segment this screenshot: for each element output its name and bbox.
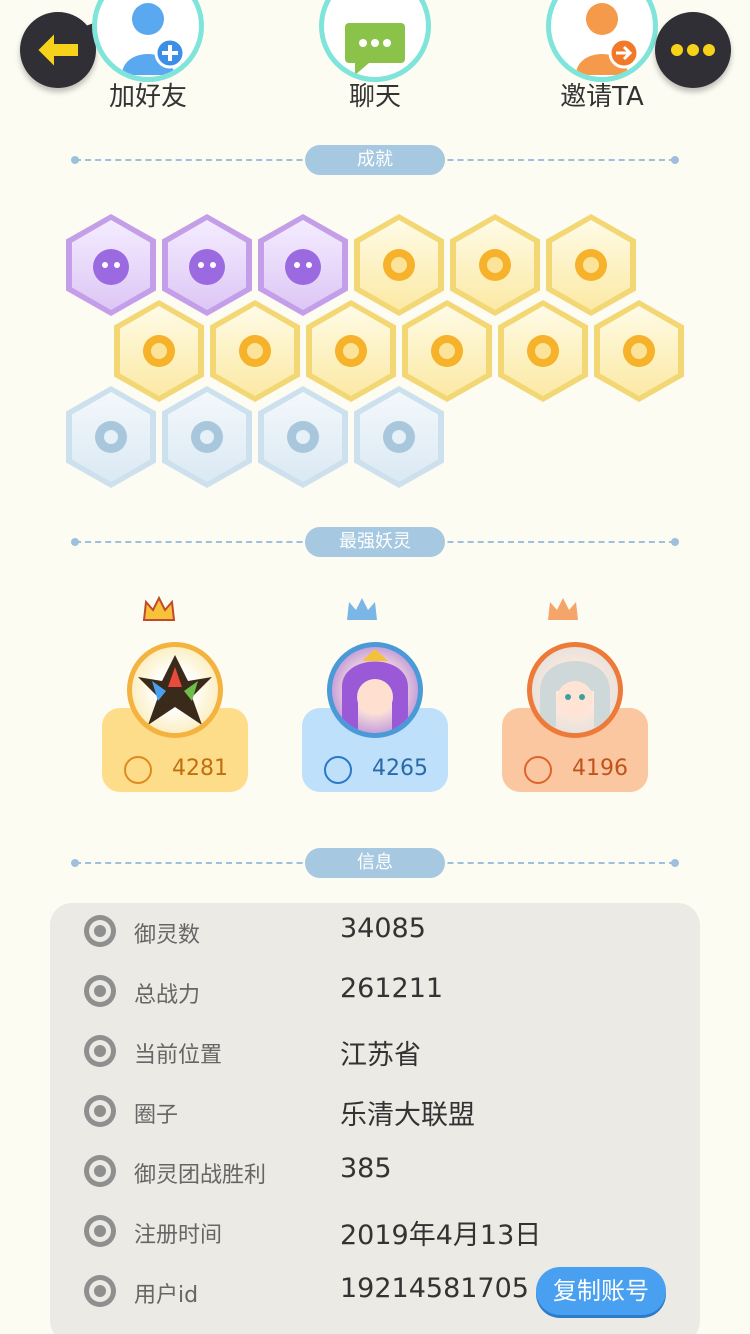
info-label: 御灵团战胜利 — [134, 1163, 267, 1188]
spirit-score: 4281 — [172, 756, 228, 781]
arrow-left-icon — [35, 30, 80, 70]
info-divider: 信息 — [71, 848, 679, 878]
gold-crystal-icon — [120, 306, 198, 396]
player-profile-page: 加好友 聊天 邀请TA 成就 最强妖灵 4281 4265 4196 信息 御灵… — [0, 0, 750, 1334]
silver-crown-icon — [347, 598, 377, 620]
achievement-badge[interactable] — [258, 214, 348, 316]
achievement-badge[interactable] — [354, 386, 444, 488]
sword-icon — [524, 756, 552, 784]
info-row-team-wins: 御灵团战胜利 385 — [50, 1143, 700, 1203]
info-value: 19214581705 — [340, 1273, 529, 1304]
info-row-circle: 圈子 乐清大联盟 — [50, 1083, 700, 1143]
achievement-badge[interactable] — [498, 300, 588, 402]
achievement-badge[interactable] — [546, 214, 636, 316]
chat-icon — [319, 0, 431, 82]
invite-action[interactable]: 邀请TA — [546, 0, 658, 113]
info-row-register-date: 注册时间 2019年4月13日 — [50, 1203, 700, 1263]
id-card-icon — [84, 1275, 116, 1307]
info-label: 御灵数 — [134, 923, 201, 948]
info-title: 信息 — [305, 848, 445, 878]
chat-label: 聊天 — [348, 82, 401, 112]
purple-cat-mask-icon — [72, 220, 150, 310]
spirit-score: 4196 — [572, 756, 628, 781]
achievement-badge[interactable] — [402, 300, 492, 402]
info-row-total-power: 总战力 261211 — [50, 963, 700, 1023]
ice-demon-icon — [360, 392, 438, 482]
chat-action[interactable]: 聊天 — [319, 0, 431, 113]
ellipsis-icon — [671, 44, 715, 56]
sword-icon — [324, 756, 352, 784]
spirit-avatar-first[interactable] — [127, 642, 223, 738]
sword-icon — [124, 756, 152, 784]
purple-orb-icon — [168, 220, 246, 310]
info-label: 当前位置 — [134, 1043, 223, 1068]
info-row-spirit-count: 御灵数 34085 — [50, 903, 700, 963]
achievement-badge[interactable] — [114, 300, 204, 402]
gold-crown-icon — [142, 596, 176, 621]
spirit-score: 4265 — [372, 756, 428, 781]
info-panel: 御灵数 34085 总战力 261211 当前位置 江苏省 圈子 乐清大联盟 御… — [50, 903, 700, 1334]
ice-fairy-icon — [72, 392, 150, 482]
info-value: 385 — [340, 1153, 392, 1184]
info-value: 乐清大联盟 — [340, 1100, 475, 1131]
gold-fox-book-icon — [600, 306, 678, 396]
spirit-icon — [84, 915, 116, 947]
info-value: 261211 — [340, 973, 444, 1004]
achievement-badge[interactable] — [354, 214, 444, 316]
invite-label: 邀请TA — [560, 82, 644, 112]
add-friend-action[interactable]: 加好友 — [92, 0, 204, 113]
info-label: 总战力 — [134, 983, 201, 1008]
clock-icon — [84, 1215, 116, 1247]
gold-fish-icon — [408, 306, 486, 396]
gold-shoe-icon — [360, 220, 438, 310]
gold-fox-silhouette-icon — [504, 306, 582, 396]
gold-moon-sun-icon — [552, 220, 630, 310]
info-label: 圈子 — [134, 1103, 179, 1128]
achievement-badge[interactable] — [66, 214, 156, 316]
info-value: 2019年4月13日 — [340, 1220, 542, 1251]
info-label: 用户id — [134, 1283, 199, 1308]
location-pin-icon — [84, 1035, 116, 1067]
bronze-crown-icon — [548, 598, 578, 620]
achievements-divider: 成就 — [71, 145, 679, 175]
back-button[interactable] — [20, 12, 96, 88]
achievement-badge[interactable] — [450, 214, 540, 316]
ice-shield-icon — [264, 392, 342, 482]
info-row-location: 当前位置 江苏省 — [50, 1023, 700, 1083]
achievement-badge[interactable] — [162, 386, 252, 488]
spirit-avatar-third[interactable] — [527, 642, 623, 738]
info-value: 江苏省 — [340, 1040, 421, 1071]
info-value: 34085 — [340, 913, 426, 944]
trophy-icon — [84, 1155, 116, 1187]
more-options-button[interactable] — [655, 12, 731, 88]
copy-account-button[interactable]: 复制账号 — [536, 1267, 666, 1315]
gold-cat-icon — [216, 306, 294, 396]
strongest-title: 最强妖灵 — [305, 527, 445, 557]
invite-icon — [546, 0, 658, 82]
achievement-badge[interactable] — [66, 386, 156, 488]
info-label: 注册时间 — [134, 1223, 223, 1248]
achievement-badge[interactable] — [306, 300, 396, 402]
gold-sun-flower-icon — [456, 220, 534, 310]
achievement-badge[interactable] — [594, 300, 684, 402]
sword-icon — [84, 975, 116, 1007]
gold-yin-yang-book-icon — [312, 306, 390, 396]
achievement-badge[interactable] — [162, 214, 252, 316]
achievements-title: 成就 — [305, 145, 445, 175]
purple-yin-yang-comet-icon — [264, 220, 342, 310]
circle-icon — [84, 1095, 116, 1127]
add-friend-icon — [92, 0, 204, 82]
ice-cart-cat-icon — [168, 392, 246, 482]
achievement-badge[interactable] — [258, 386, 348, 488]
spirit-avatar-second[interactable] — [327, 642, 423, 738]
strongest-divider: 最强妖灵 — [71, 527, 679, 557]
add-friend-label: 加好友 — [108, 82, 187, 112]
achievement-badge[interactable] — [210, 300, 300, 402]
